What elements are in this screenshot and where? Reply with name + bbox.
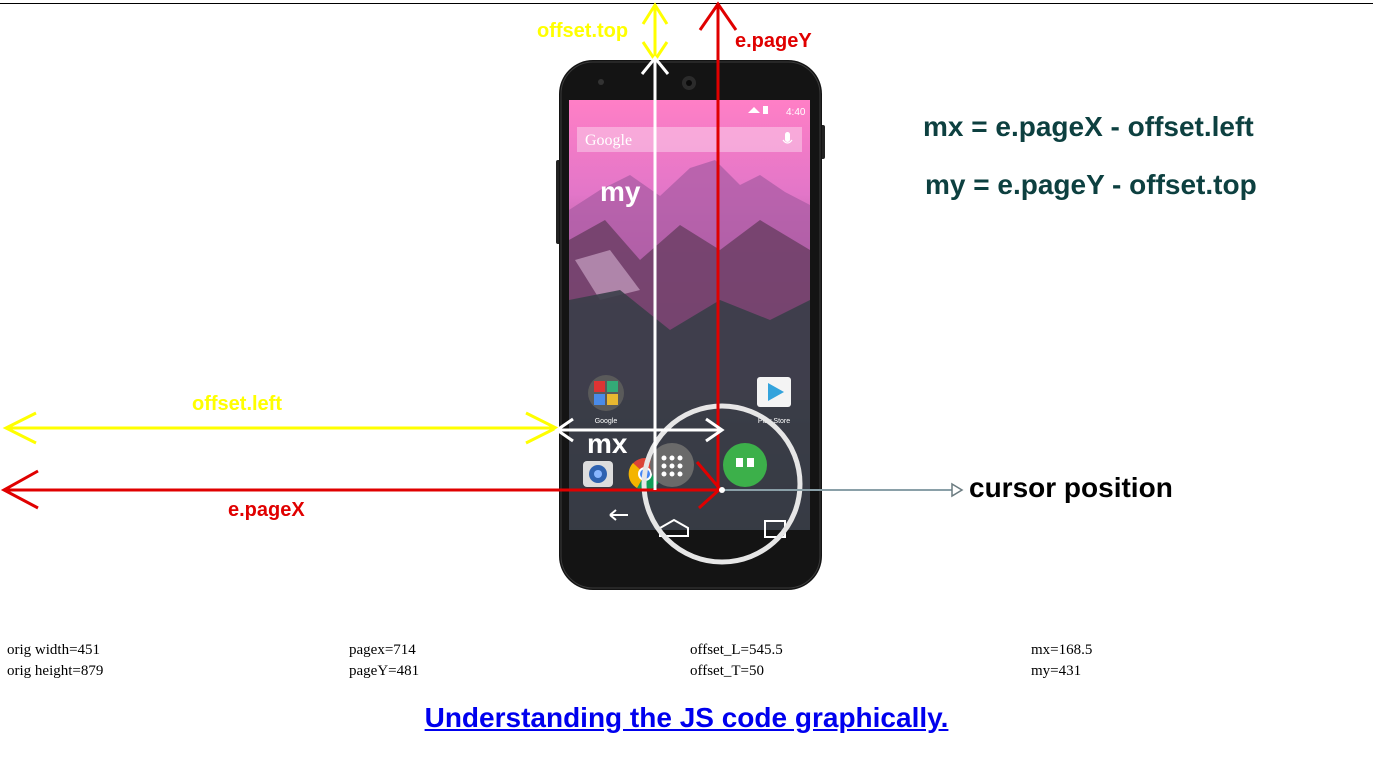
offset-t-value: offset_T=50 [690,663,765,679]
status-time: 4:40 [786,107,806,118]
my-value: my=431 [1031,663,1082,679]
mx-value: mx=168.5 [1031,642,1093,658]
orig-height-value: orig height=879 [7,663,104,679]
stats-column-orig: orig width=451 orig height=879 [7,640,103,682]
offset-l-value: offset_L=545.5 [690,642,783,658]
page-x-label: e.pageX [228,499,305,521]
offset-top-arrow [641,2,669,63]
mx-label: mx [587,428,628,459]
offset-left-label: offset.left [192,393,282,415]
app-drawer-icon[interactable] [650,443,694,487]
offset-top-label: offset.top [537,20,629,42]
camera-app-icon[interactable] [583,461,613,487]
stats-column-page: pagex=714 pageY=481 [349,640,419,682]
hangouts-icon[interactable] [723,443,767,487]
google-search-text: Google [585,132,632,149]
formula-my: my = e.pageY - offset.top [925,169,1257,200]
google-app-label: Google [595,418,618,425]
cursor-position-label: cursor position [969,472,1173,503]
offset-left-arrow [2,411,560,445]
understanding-js-code-link[interactable]: Understanding the JS code graphically. [0,702,1373,734]
pagex-value: pagex=714 [349,642,416,658]
page-y-label: e.pageY [735,30,812,52]
stats-column-offset: offset_L=545.5 offset_T=50 [690,640,783,682]
my-label: my [600,176,641,207]
phone: 4:40 Google Google Play Store [556,60,825,590]
battery-icon [763,106,768,114]
formula-mx: mx = e.pageX - offset.left [923,111,1254,142]
stats-column-m: mx=168.5 my=431 [1031,640,1092,682]
orig-width-value: orig width=451 [7,642,101,658]
pagey-value: pageY=481 [349,663,420,679]
cursor-dot [719,487,725,493]
